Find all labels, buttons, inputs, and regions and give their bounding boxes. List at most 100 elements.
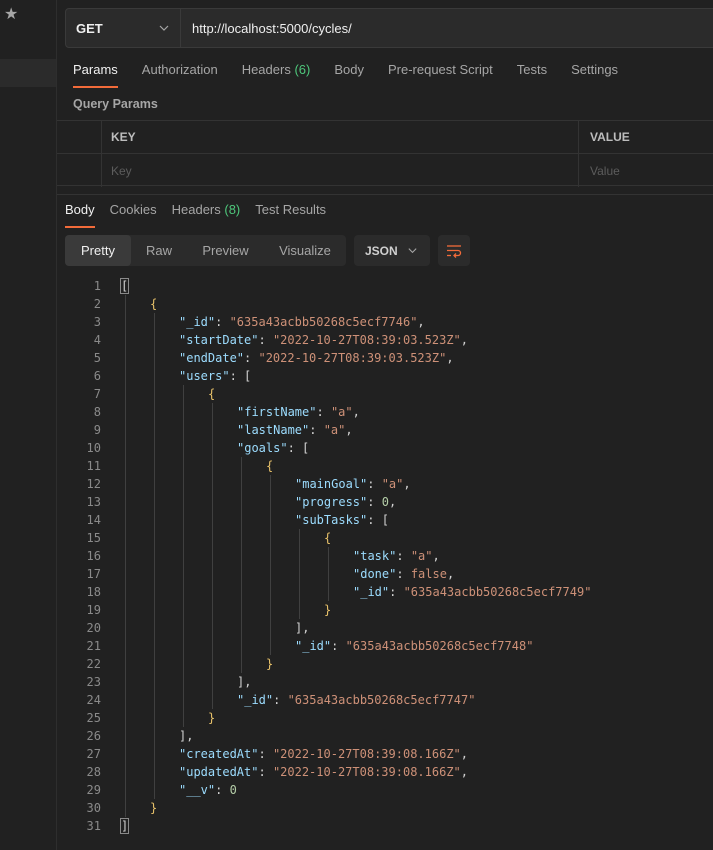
request-bar: GET http://localhost:5000/cycles/: [65, 8, 713, 48]
method-label: GET: [76, 20, 103, 36]
line-number: 19: [86, 603, 101, 617]
json-string: "a": [330, 405, 353, 419]
json-key: "_id": [179, 315, 216, 329]
key-column-header: KEY: [111, 130, 136, 144]
json-punctuation: ,: [345, 423, 353, 437]
url-input[interactable]: http://localhost:5000/cycles/: [181, 9, 713, 47]
code-line: 9 "lastName": "a",: [57, 421, 713, 439]
method-select[interactable]: GET: [66, 9, 181, 47]
json-key: "_id": [295, 639, 332, 653]
wrap-lines-button[interactable]: [438, 235, 470, 266]
tab-settings[interactable]: Settings: [571, 62, 618, 88]
request-tabs: Params Authorization Headers (6) Body Pre-re…: [73, 62, 642, 88]
line-number: 12: [86, 477, 101, 491]
tab-body[interactable]: Body: [334, 62, 364, 88]
response-tab-cookies[interactable]: Cookies: [110, 202, 157, 228]
code-line: 7{: [57, 385, 713, 403]
code-text: }: [324, 601, 331, 619]
line-number: 1: [93, 279, 101, 293]
json-key: "lastName": [237, 423, 310, 437]
indent-guide: [328, 547, 329, 601]
json-key: "startDate": [179, 333, 259, 347]
indent-guide: [125, 295, 126, 817]
code-text: "done": false,: [353, 565, 454, 583]
code-text: }: [150, 799, 157, 817]
code-text: "_id": "635a43acbb50268c5ecf7747": [237, 691, 475, 709]
json-key: "firstName": [237, 405, 317, 419]
code-line: 5 "endDate": "2022-10-27T08:39:03.523Z",: [57, 349, 713, 367]
tab-label: Authorization: [141, 62, 218, 77]
language-label: JSON: [365, 243, 398, 258]
code-line: 16 "task": "a",: [57, 547, 713, 565]
language-select[interactable]: JSON: [354, 235, 430, 266]
code-line: 10 "goals": [: [57, 439, 713, 457]
json-brace: }: [150, 801, 158, 815]
json-punctuation: :: [396, 567, 411, 581]
response-tab-body[interactable]: Body: [65, 202, 95, 228]
format-visualize-button[interactable]: Visualize: [264, 235, 346, 266]
json-brace: {: [266, 459, 274, 473]
json-key: "goals": [237, 441, 288, 455]
code-line: 12 "mainGoal": "a",: [57, 475, 713, 493]
value-input[interactable]: Value: [578, 154, 713, 187]
tab-pre-request-script[interactable]: Pre-request Script: [388, 62, 493, 88]
json-brace: {: [324, 531, 332, 545]
json-punctuation: :: [396, 549, 411, 563]
response-tab-headers[interactable]: Headers (8): [172, 202, 241, 228]
code-text: ],: [237, 673, 251, 691]
key-input[interactable]: Key: [111, 154, 132, 187]
json-punctuation: : [: [367, 513, 389, 527]
format-pretty-button[interactable]: Pretty: [65, 235, 131, 266]
value-column-header: VALUE: [578, 121, 713, 153]
json-punctuation: ,: [446, 351, 454, 365]
code-line: 4 "startDate": "2022-10-27T08:39:03.523Z"…: [57, 331, 713, 349]
star-icon[interactable]: ★: [4, 7, 20, 23]
tab-tests[interactable]: Tests: [517, 62, 547, 88]
code-text: "subTasks": [: [295, 511, 389, 529]
code-line: 24 "_id": "635a43acbb50268c5ecf7747": [57, 691, 713, 709]
query-params-title: Query Params: [73, 97, 158, 111]
tab-headers[interactable]: Headers (6): [242, 62, 311, 88]
code-line: 23],: [57, 673, 713, 691]
code-line: 1[: [57, 277, 713, 295]
json-key: "__v": [179, 783, 216, 797]
code-text: "_id": "635a43acbb50268c5ecf7749": [353, 583, 591, 601]
response-tab-test-results[interactable]: Test Results: [255, 202, 326, 228]
json-punctuation: : [: [287, 441, 310, 455]
line-number: 28: [86, 765, 101, 779]
code-text: ]: [119, 817, 130, 835]
json-string: "635a43acbb50268c5ecf7748": [345, 639, 534, 653]
tab-params[interactable]: Params: [73, 62, 118, 88]
code-line: 15 {: [57, 529, 713, 547]
code-text: "_id": "635a43acbb50268c5ecf7748": [295, 637, 533, 655]
json-punctuation: :: [316, 405, 331, 419]
code-text: ],: [179, 727, 193, 745]
tab-authorization[interactable]: Authorization: [142, 62, 218, 88]
line-number: 4: [93, 333, 101, 347]
line-number: 8: [93, 405, 101, 419]
code-line: 17 "done": false,: [57, 565, 713, 583]
sidebar-selected-item[interactable]: [0, 59, 56, 87]
json-string: "a": [381, 477, 404, 491]
format-raw-button[interactable]: Raw: [131, 235, 187, 266]
indent-guide: [183, 385, 184, 727]
json-punctuation: ],: [179, 729, 194, 743]
tab-count-badge: (6): [290, 62, 311, 77]
json-string: "635a43acbb50268c5ecf7746": [229, 315, 418, 329]
json-punctuation: :: [273, 693, 288, 707]
code-text: "__v": 0: [179, 781, 237, 799]
code-text: "users": [: [179, 367, 251, 385]
tab-count-badge: (8): [220, 202, 241, 217]
json-number: 0: [229, 783, 237, 797]
tab-label: Cookies: [109, 202, 157, 217]
indent-guide: [212, 403, 213, 709]
format-preview-button[interactable]: Preview: [187, 235, 264, 266]
response-body-viewer[interactable]: 1[2{3 "_id": "635a43acbb50268c5ecf7746", 4…: [57, 277, 713, 835]
code-text: "startDate": "2022-10-27T08:39:03.523Z",: [179, 331, 468, 349]
request-panel: GET http://localhost:5000/cycles/ Params…: [57, 0, 713, 850]
panel-divider[interactable]: [57, 194, 713, 195]
code-text: "mainGoal": "a",: [295, 475, 411, 493]
wrap-lines-icon: [447, 244, 462, 258]
line-number: 31: [86, 819, 101, 833]
json-punctuation: :: [258, 747, 273, 761]
